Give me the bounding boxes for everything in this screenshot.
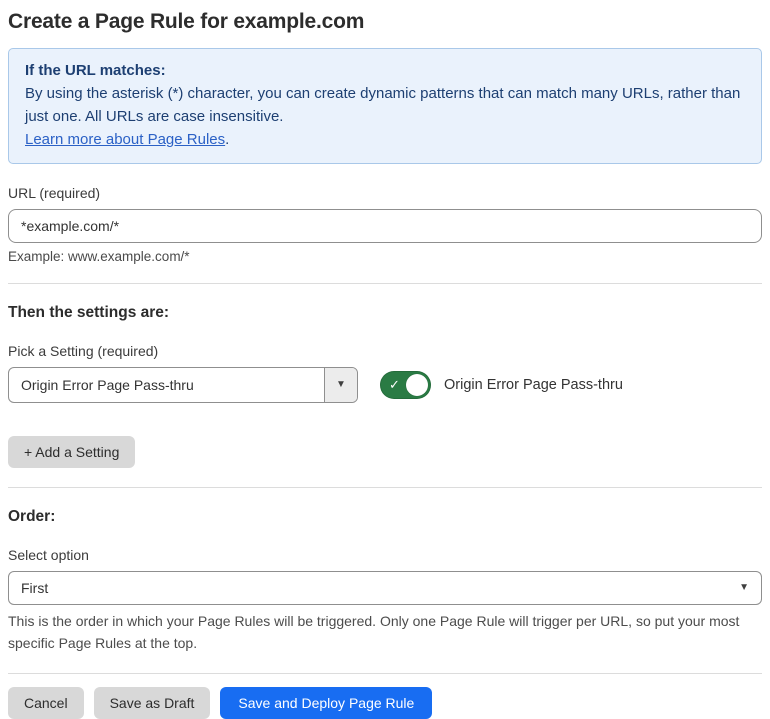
url-field-helper: Example: www.example.com/* [8, 249, 190, 264]
setting-toggle[interactable]: ✓ [380, 371, 431, 399]
setting-dropdown-value: Origin Error Page Pass-thru [21, 377, 194, 393]
footer-actions: Cancel Save as Draft Save and Deploy Pag… [8, 687, 762, 719]
order-helper-text: This is the order in which your Page Rul… [8, 613, 740, 651]
caret-down-icon: ▼ [739, 582, 749, 593]
add-setting-button[interactable]: + Add a Setting [8, 436, 136, 468]
setting-dropdown[interactable]: Origin Error Page Pass-thru ▼ [8, 367, 358, 403]
order-select-value: First [21, 580, 49, 596]
order-select[interactable]: First ▼ [8, 571, 762, 605]
info-box-heading: If the URL matches: [25, 62, 166, 79]
learn-more-link[interactable]: Learn more about Page Rules [25, 131, 225, 148]
toggle-knob [406, 374, 428, 396]
setting-dropdown-arrow-button[interactable]: ▼ [324, 368, 357, 402]
page-title: Create a Page Rule for example.com [8, 10, 365, 33]
order-section-heading: Order: [8, 508, 56, 525]
page-rule-form: Create a Page Rule for example.com If th… [8, 10, 762, 719]
url-field-label: URL (required) [8, 185, 101, 201]
save-draft-button[interactable]: Save as Draft [93, 687, 211, 719]
cancel-button[interactable]: Cancel [8, 687, 84, 719]
caret-down-icon: ▼ [336, 379, 346, 390]
setting-toggle-label: Origin Error Page Pass-thru [444, 377, 623, 393]
info-box-body: By using the asterisk (*) character, you… [25, 85, 741, 125]
check-icon: ✓ [389, 377, 400, 392]
info-link-suffix: . [225, 131, 230, 148]
section-divider [8, 487, 762, 488]
url-input[interactable] [8, 209, 762, 243]
save-deploy-button[interactable]: Save and Deploy Page Rule [220, 687, 433, 719]
info-link-line: Learn more about Page Rules. [25, 128, 745, 151]
setting-row: Origin Error Page Pass-thru ▼ ✓ Origin E… [8, 367, 762, 403]
footer-divider [8, 673, 762, 674]
settings-section-heading: Then the settings are: [8, 304, 170, 321]
section-divider [8, 283, 762, 284]
setting-picker-label: Pick a Setting (required) [8, 343, 159, 359]
url-match-info-box: If the URL matches: By using the asteris… [8, 48, 762, 164]
order-select-label: Select option [8, 547, 89, 563]
